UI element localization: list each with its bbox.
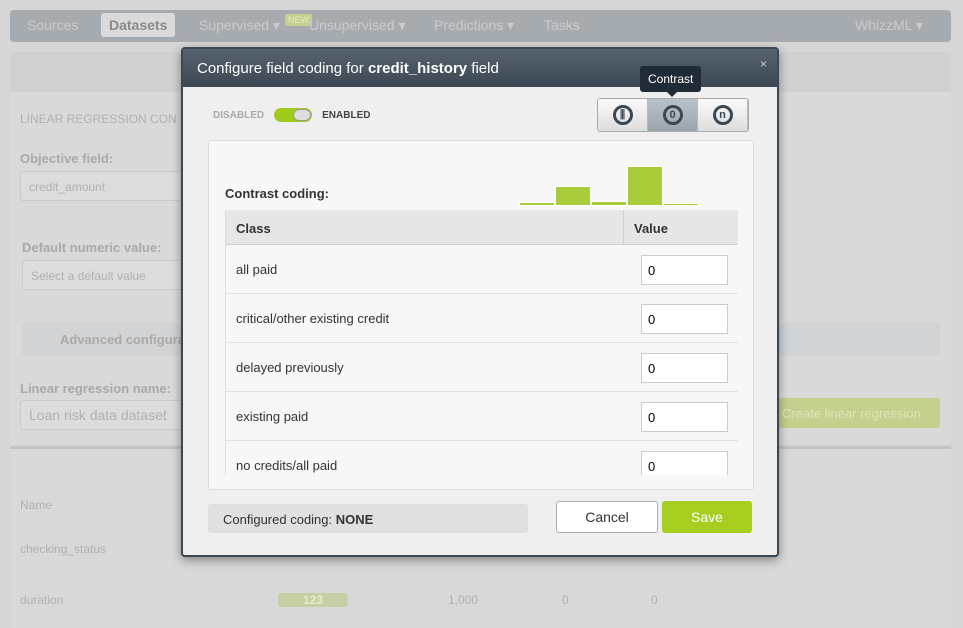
nav-sources[interactable]: Sources: [27, 17, 78, 33]
configured-value: NONE: [335, 512, 374, 527]
field-row-name: checking_status: [20, 542, 107, 556]
coding-selector: ⫼ 0 n: [597, 98, 749, 132]
configured-coding: Configured coding: NONE: [208, 504, 528, 533]
histogram-bar: [591, 201, 627, 206]
nav-supervised[interactable]: Supervised ▾: [199, 17, 280, 34]
default-label: Default numeric value:: [22, 240, 162, 255]
disabled-label: DISABLED: [213, 109, 265, 121]
cancel-button[interactable]: Cancel: [556, 501, 658, 533]
value-input[interactable]: [641, 304, 728, 334]
title-suffix: field: [467, 60, 499, 77]
col-value: Value: [634, 221, 668, 236]
close-icon[interactable]: ×: [760, 57, 767, 71]
enable-toggle[interactable]: [274, 108, 313, 122]
dummy-coding-button[interactable]: ⫼: [598, 99, 648, 131]
name-input[interactable]: Loan risk data dataset: [20, 400, 200, 430]
coding-content: Contrast coding: Class Value all paid crit…: [208, 140, 754, 490]
nav-whizzml[interactable]: WhizzML ▾: [855, 17, 923, 34]
sliders-icon: ⫼: [612, 105, 633, 125]
errors: 0: [651, 593, 658, 607]
table-row: delayed previously: [226, 343, 738, 392]
table-row: all paid: [226, 245, 738, 294]
table-row: no credits/all paid: [226, 441, 738, 475]
configured-label: Configured coding:: [223, 512, 336, 527]
nav-predictions[interactable]: Predictions ▾: [434, 17, 514, 34]
other-coding-button[interactable]: n: [698, 99, 748, 131]
table-row: critical/other existing credit: [226, 294, 738, 343]
coding-table[interactable]: Class Value all paid critical/other existi…: [225, 210, 738, 475]
col-name: Name: [20, 498, 53, 512]
table-row: existing paid: [226, 392, 738, 441]
value-input[interactable]: [641, 451, 728, 475]
objective-field[interactable]: credit_amount: [20, 171, 200, 201]
class-label: critical/other existing credit: [236, 311, 390, 326]
histogram-bar: [663, 202, 699, 206]
histogram-bar: [627, 166, 663, 206]
type-badge: 123: [278, 593, 348, 607]
advanced-label: Advanced configura: [60, 332, 185, 347]
class-label: all paid: [236, 262, 278, 277]
field-row-name: duration: [20, 593, 64, 607]
coding-title: Contrast coding:: [225, 186, 329, 201]
tooltip: Contrast: [640, 66, 702, 97]
n-icon: n: [712, 105, 733, 125]
col-class: Class: [226, 210, 624, 244]
title-prefix: Configure field coding for: [197, 60, 368, 77]
value-input[interactable]: [641, 255, 728, 285]
nav-tasks[interactable]: Tasks: [544, 17, 580, 33]
enabled-label: ENABLED: [322, 109, 371, 121]
create-button[interactable]: Create linear regression: [770, 398, 940, 428]
value-input[interactable]: [641, 353, 728, 383]
new-badge: NEW: [285, 14, 312, 26]
contrast-icon: 0: [662, 105, 683, 125]
default-select[interactable]: Select a default value: [22, 260, 202, 290]
top-nav: Sources Datasets Supervised ▾ NEW Unsupe…: [10, 10, 951, 42]
objective-label: Objective field:: [20, 151, 114, 166]
save-button[interactable]: Save: [662, 501, 752, 533]
histogram-bar: [519, 202, 555, 206]
nav-unsupervised[interactable]: Unsupervised ▾: [309, 17, 406, 34]
class-label: existing paid: [236, 409, 309, 424]
class-label: no credits/all paid: [236, 458, 338, 473]
name-label: Linear regression name:: [20, 381, 171, 396]
nav-datasets[interactable]: Datasets: [101, 13, 176, 37]
count: 1,000: [448, 593, 479, 607]
field-name: credit_history: [367, 60, 468, 77]
missing: 0: [562, 593, 569, 607]
class-histogram: [519, 166, 699, 206]
histogram-bar: [555, 186, 591, 206]
section-title: LINEAR REGRESSION CON: [20, 112, 177, 126]
field-coding-dialog: Configure field coding for credit_histor…: [181, 47, 779, 557]
value-input[interactable]: [641, 402, 728, 432]
contrast-coding-button[interactable]: 0: [648, 99, 698, 131]
class-label: delayed previously: [236, 360, 344, 375]
